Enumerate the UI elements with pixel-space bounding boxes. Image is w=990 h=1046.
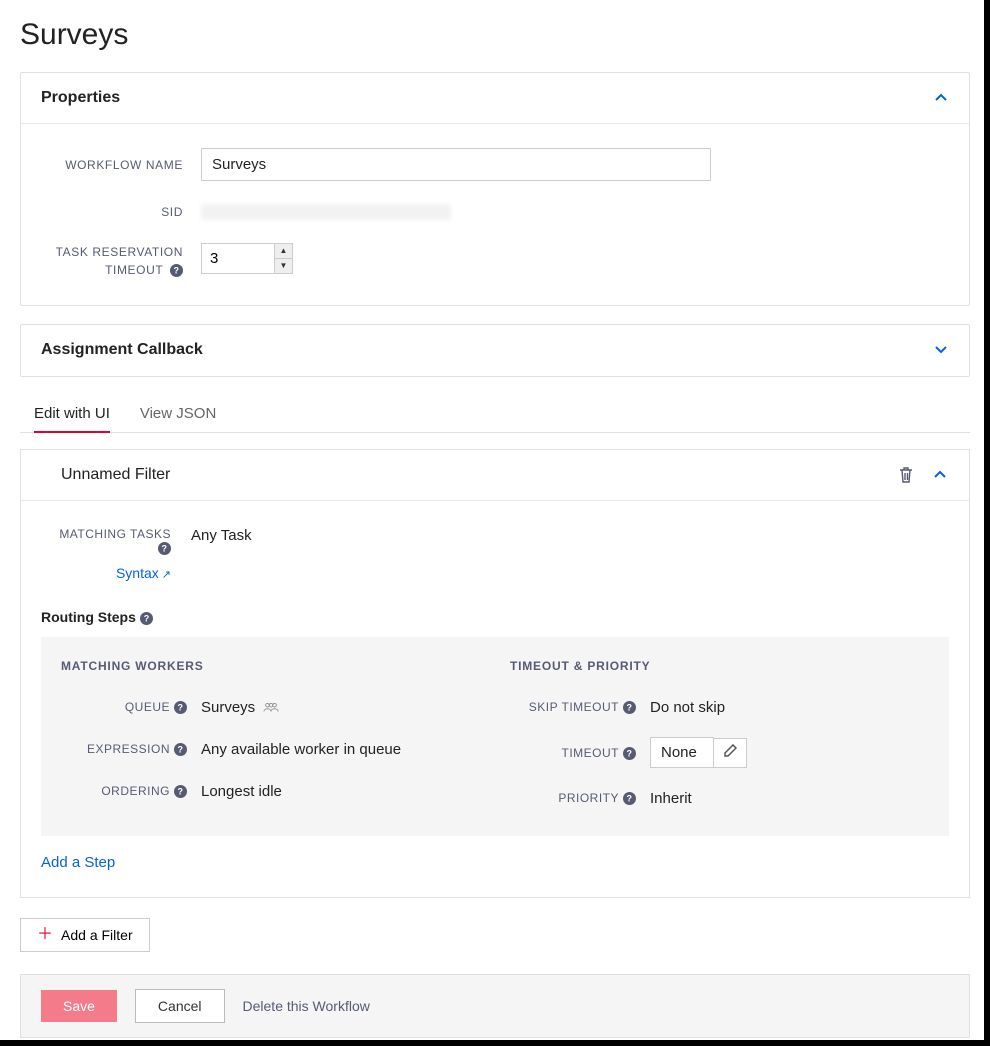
svg-text:?: ?: [144, 614, 150, 624]
syntax-link[interactable]: Syntax↗: [116, 565, 171, 581]
properties-panel-header[interactable]: Properties: [21, 73, 969, 124]
page-title: Surveys: [20, 18, 970, 52]
svg-text:?: ?: [178, 787, 184, 797]
expression-label: EXPRESSION ?: [61, 742, 201, 756]
filter-panel: Unnamed Filter MATCHING TASKS ? Any Task: [20, 449, 970, 898]
help-icon[interactable]: ?: [174, 700, 187, 714]
timeout-label: TIMEOUT ?: [510, 746, 650, 760]
properties-panel: Properties WORKFLOW NAME SID TASK RESER: [20, 72, 970, 306]
properties-body: WORKFLOW NAME SID TASK RESERVATION TIMEO…: [21, 124, 969, 305]
priority-label: PRIORITY ?: [510, 791, 650, 805]
delete-workflow-link[interactable]: Delete this Workflow: [243, 998, 370, 1014]
help-icon[interactable]: ?: [623, 791, 636, 805]
window-edge: [0, 1040, 990, 1046]
footer-bar: Save Cancel Delete this Workflow: [20, 974, 970, 1038]
filter-title: Unnamed Filter: [61, 466, 881, 484]
workflow-name-input[interactable]: [201, 148, 711, 181]
stepper-up-button[interactable]: ▲: [275, 244, 292, 259]
help-icon[interactable]: ?: [170, 263, 183, 277]
skip-timeout-label: SKIP TIMEOUT ?: [510, 700, 650, 714]
trash-icon[interactable]: [897, 466, 915, 484]
svg-text:?: ?: [178, 703, 184, 713]
external-link-icon: ↗: [162, 569, 171, 581]
help-icon[interactable]: ?: [623, 700, 636, 714]
svg-text:?: ?: [627, 703, 633, 713]
routing-step: MATCHING WORKERS QUEUE ? Surveys: [41, 637, 949, 836]
svg-text:?: ?: [627, 794, 633, 804]
sid-label: SID: [41, 203, 201, 221]
ordering-value: Longest idle: [201, 783, 282, 800]
stepper-down-button[interactable]: ▼: [275, 259, 292, 273]
task-reservation-timeout-label: TASK RESERVATION TIMEOUT ?: [41, 243, 201, 279]
task-reservation-timeout-stepper[interactable]: ▲ ▼: [201, 243, 293, 274]
matching-workers-heading: MATCHING WORKERS: [61, 659, 480, 673]
filter-header[interactable]: Unnamed Filter: [21, 450, 969, 501]
add-step-link[interactable]: Add a Step: [41, 854, 115, 871]
help-icon[interactable]: ?: [174, 742, 187, 756]
tab-edit-with-ui[interactable]: Edit with UI: [34, 405, 110, 432]
help-icon[interactable]: ?: [140, 609, 153, 625]
expression-value: Any available worker in queue: [201, 741, 401, 758]
cancel-button[interactable]: Cancel: [135, 989, 225, 1023]
assignment-callback-header[interactable]: Assignment Callback: [21, 325, 969, 376]
timeout-value: None: [650, 737, 714, 768]
routing-steps-title: Routing Steps ?: [41, 609, 949, 625]
assignment-callback-title: Assignment Callback: [41, 341, 203, 359]
help-icon[interactable]: ?: [158, 541, 171, 555]
edit-timeout-button[interactable]: [714, 738, 747, 768]
priority-value: Inherit: [650, 790, 692, 807]
sid-value-redacted: [201, 204, 451, 220]
task-reservation-timeout-input[interactable]: [202, 244, 274, 273]
svg-text:?: ?: [178, 745, 184, 755]
chevron-down-icon: [933, 342, 949, 358]
tabs: Edit with UI View JSON: [20, 405, 970, 433]
svg-text:?: ?: [627, 748, 633, 758]
queue-label: QUEUE ?: [61, 700, 201, 714]
skip-timeout-value: Do not skip: [650, 699, 725, 716]
workflow-name-label: WORKFLOW NAME: [41, 156, 201, 174]
matching-tasks-value: Any Task: [191, 527, 252, 544]
save-button[interactable]: Save: [41, 990, 117, 1022]
tab-view-json[interactable]: View JSON: [140, 405, 216, 432]
timeout-priority-heading: TIMEOUT & PRIORITY: [510, 659, 929, 673]
assignment-callback-panel: Assignment Callback: [20, 324, 970, 377]
help-icon[interactable]: ?: [174, 784, 187, 798]
svg-text:?: ?: [162, 544, 168, 554]
matching-tasks-label: MATCHING TASKS ?: [41, 527, 191, 555]
svg-text:?: ?: [173, 266, 179, 276]
queue-value: Surveys: [201, 699, 255, 716]
window-edge: [984, 0, 990, 1046]
workers-icon: [263, 699, 279, 716]
chevron-up-icon[interactable]: [931, 466, 949, 484]
help-icon[interactable]: ?: [623, 746, 636, 760]
chevron-up-icon: [933, 90, 949, 106]
ordering-label: ORDERING ?: [61, 784, 201, 798]
properties-title: Properties: [41, 89, 120, 107]
add-filter-button[interactable]: ＋ Add a Filter: [20, 918, 150, 952]
plus-icon: ＋: [37, 927, 53, 943]
